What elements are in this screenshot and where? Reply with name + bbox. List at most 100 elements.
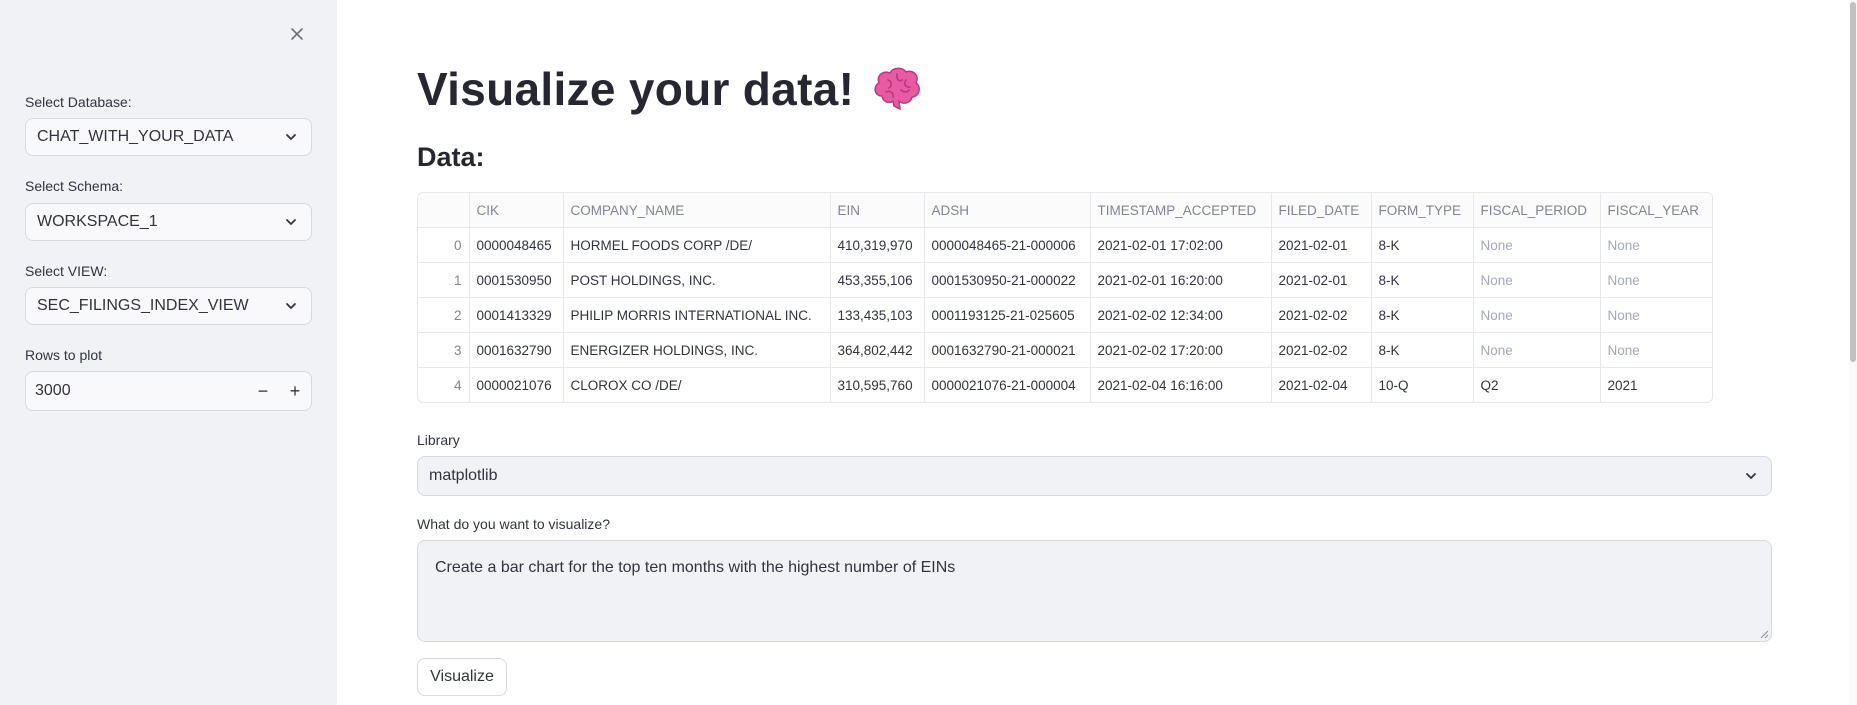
main-content: Visualize your data! Data: CIK COMPANY_N… (337, 0, 1857, 705)
table-cell[interactable]: 10-Q (1371, 367, 1474, 402)
table-header-row: CIK COMPANY_NAME EIN ADSH TIMESTAMP_ACCE… (418, 193, 1712, 228)
table-cell[interactable]: 2021-02-04 16:16:00 (1090, 367, 1272, 402)
table-cell[interactable]: 8-K (1371, 227, 1474, 263)
table-cell[interactable]: HORMEL FOODS CORP /DE/ (563, 227, 831, 263)
rows-number-input[interactable]: 3000 − + (25, 371, 312, 411)
table-cell[interactable]: 0001632790-21-000021 (924, 332, 1091, 368)
schema-label: Select Schema: (25, 178, 124, 194)
table-cell[interactable]: 410,319,970 (830, 227, 925, 263)
table-cell[interactable]: 2021-02-01 (1271, 262, 1372, 298)
brain-icon (874, 67, 921, 111)
table-cell[interactable]: None (1473, 332, 1601, 368)
row-index: 3 (418, 332, 470, 368)
scrollbar-thumb[interactable] (1850, 2, 1856, 362)
column-header[interactable]: FISCAL_YEAR (1600, 193, 1712, 228)
view-select[interactable]: SEC_FILINGS_INDEX_VIEW (25, 287, 312, 325)
column-header[interactable]: ADSH (924, 193, 1091, 228)
chevron-down-icon (1746, 473, 1756, 479)
table-cell[interactable]: None (1473, 262, 1601, 298)
page-scrollbar[interactable] (1849, 0, 1857, 705)
page-title-text: Visualize your data! (417, 63, 855, 115)
resize-handle-icon[interactable] (1759, 629, 1769, 639)
close-sidebar-button[interactable] (283, 20, 311, 48)
column-header[interactable]: FISCAL_PERIOD (1473, 193, 1601, 228)
table-cell[interactable]: Q2 (1473, 367, 1601, 402)
chevron-down-icon (286, 219, 296, 225)
database-value: CHAT_WITH_YOUR_DATA (37, 128, 234, 145)
table-cell[interactable]: 0000021076-21-000004 (924, 367, 1091, 402)
visualize-button[interactable]: Visualize (417, 658, 507, 696)
table-row[interactable]: 3 0001632790 ENERGIZER HOLDINGS, INC. 36… (418, 332, 1712, 368)
column-header[interactable]: CIK (469, 193, 564, 228)
table-row[interactable]: 0 0000048465 HORMEL FOODS CORP /DE/ 410,… (418, 227, 1712, 263)
column-header[interactable]: COMPANY_NAME (563, 193, 831, 228)
table-cell[interactable]: 310,595,760 (830, 367, 925, 402)
table-cell[interactable]: 0000048465 (469, 227, 564, 263)
table-cell[interactable]: 2021-02-02 (1271, 332, 1372, 368)
table-cell[interactable]: 2021-02-04 (1271, 367, 1372, 402)
prompt-textarea[interactable]: Create a bar chart for the top ten month… (417, 540, 1772, 642)
table-cell[interactable]: None (1473, 227, 1601, 263)
column-header[interactable]: FILED_DATE (1271, 193, 1372, 228)
column-header[interactable]: FORM_TYPE (1371, 193, 1474, 228)
column-header[interactable] (418, 193, 470, 228)
chevron-down-icon (286, 134, 296, 140)
table-cell[interactable]: 0001632790 (469, 332, 564, 368)
table-cell[interactable]: 2021-02-01 (1271, 227, 1372, 263)
table-row[interactable]: 1 0001530950 POST HOLDINGS, INC. 453,355… (418, 262, 1712, 298)
table-cell[interactable]: 2021 (1600, 368, 1712, 403)
table-cell[interactable]: 0000021076 (469, 367, 564, 402)
close-icon (291, 28, 303, 40)
table-cell[interactable]: 2021-02-02 17:20:00 (1090, 332, 1272, 368)
table-cell[interactable]: None (1600, 227, 1712, 263)
decrement-button[interactable]: − (247, 372, 279, 410)
table-cell[interactable]: PHILIP MORRIS INTERNATIONAL INC. (563, 297, 831, 333)
table-cell[interactable]: 0001193125-21-025605 (924, 297, 1091, 333)
prompt-text[interactable]: Create a bar chart for the top ten month… (435, 559, 955, 576)
table-cell[interactable]: 0001413329 (469, 297, 564, 333)
view-value: SEC_FILINGS_INDEX_VIEW (37, 297, 249, 314)
column-header[interactable]: TIMESTAMP_ACCEPTED (1090, 193, 1272, 228)
table-cell[interactable]: None (1600, 297, 1712, 333)
table-cell[interactable]: ENERGIZER HOLDINGS, INC. (563, 332, 831, 368)
table-cell[interactable]: POST HOLDINGS, INC. (563, 262, 831, 298)
data-table[interactable]: CIK COMPANY_NAME EIN ADSH TIMESTAMP_ACCE… (417, 192, 1713, 403)
table-cell[interactable]: 133,435,103 (830, 297, 925, 333)
row-index: 1 (418, 262, 470, 298)
table-cell[interactable]: 0000048465-21-000006 (924, 227, 1091, 263)
schema-value: WORKSPACE_1 (37, 213, 158, 230)
table-cell[interactable]: 8-K (1371, 262, 1474, 298)
table-cell[interactable]: 0001530950 (469, 262, 564, 298)
table-row[interactable]: 2 0001413329 PHILIP MORRIS INTERNATIONAL… (418, 297, 1712, 333)
table-cell[interactable]: None (1600, 332, 1712, 368)
rows-label: Rows to plot (25, 347, 103, 363)
row-index: 0 (418, 227, 470, 263)
table-cell[interactable]: 453,355,106 (830, 262, 925, 298)
chevron-down-icon (286, 303, 296, 309)
table-cell[interactable]: 8-K (1371, 332, 1474, 368)
library-value: matplotlib (429, 467, 498, 484)
table-row[interactable]: 4 0000021076 CLOROX CO /DE/ 310,595,760 … (418, 367, 1712, 403)
table-cell[interactable]: 2021-02-02 12:34:00 (1090, 297, 1272, 333)
rows-value[interactable]: 3000 (26, 382, 247, 400)
row-index: 2 (418, 297, 470, 333)
data-heading: Data: (417, 142, 485, 172)
table-cell[interactable]: 8-K (1371, 297, 1474, 333)
table-cell[interactable]: CLOROX CO /DE/ (563, 367, 831, 402)
column-header[interactable]: EIN (830, 193, 925, 228)
database-select[interactable]: CHAT_WITH_YOUR_DATA (25, 118, 312, 156)
sidebar: Select Database: CHAT_WITH_YOUR_DATA Sel… (0, 0, 337, 705)
table-cell[interactable]: 0001530950-21-000022 (924, 262, 1091, 298)
library-select[interactable]: matplotlib (417, 456, 1772, 496)
table-cell[interactable]: 2021-02-01 16:20:00 (1090, 262, 1272, 298)
table-cell[interactable]: None (1600, 262, 1712, 298)
row-index: 4 (418, 367, 470, 402)
view-label: Select VIEW: (25, 263, 108, 279)
increment-button[interactable]: + (279, 372, 311, 410)
table-cell[interactable]: 2021-02-02 (1271, 297, 1372, 333)
table-cell[interactable]: None (1473, 297, 1601, 333)
schema-select[interactable]: WORKSPACE_1 (25, 203, 312, 241)
table-cell[interactable]: 364,802,442 (830, 332, 925, 368)
database-label: Select Database: (25, 94, 132, 110)
table-cell[interactable]: 2021-02-01 17:02:00 (1090, 227, 1272, 263)
